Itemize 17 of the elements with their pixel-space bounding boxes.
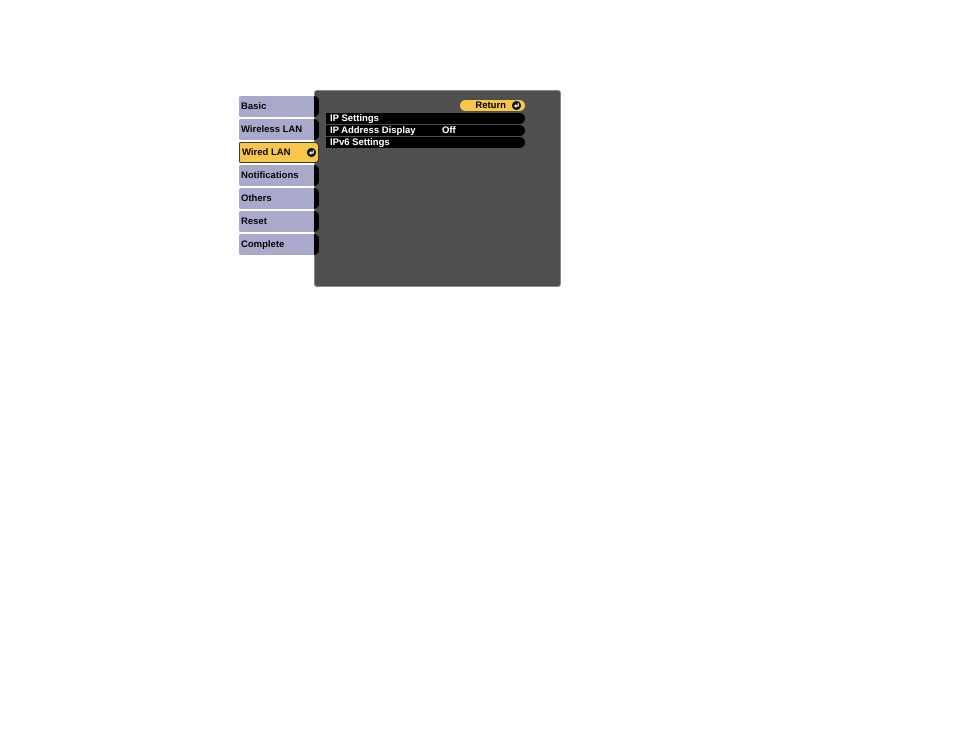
row-label: IPv6 Settings: [330, 138, 391, 148]
sidebar-tab[interactable]: Reset: [239, 211, 319, 232]
sidebar-tab[interactable]: Others: [239, 188, 319, 209]
sidebar-tab[interactable]: Complete: [239, 234, 319, 255]
enter-icon: [512, 101, 521, 110]
return-button[interactable]: Return: [460, 100, 525, 111]
row-label: IP Address Display: [330, 126, 417, 136]
sidebar-tab[interactable]: Wireless LAN: [239, 119, 319, 140]
menu-row[interactable]: IP Address Display Off: [326, 125, 525, 136]
sidebar-tab[interactable]: Notifications: [239, 165, 319, 186]
menu-row[interactable]: IP Settings: [326, 113, 525, 124]
sidebar-tab[interactable]: Basic: [239, 96, 319, 117]
sidebar-tab[interactable]: Wired LAN: [239, 142, 319, 163]
enter-icon: [307, 148, 316, 157]
row-value: Off: [442, 126, 456, 136]
menu-row[interactable]: IPv6 Settings: [326, 137, 525, 148]
row-label: IP Settings: [330, 114, 380, 124]
